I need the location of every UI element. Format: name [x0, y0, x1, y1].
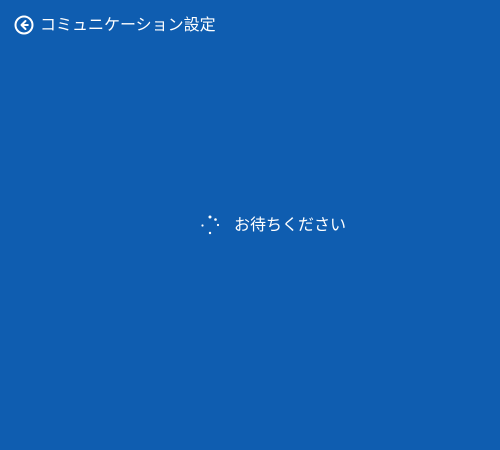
- page-title: コミュニケーション設定: [40, 15, 216, 34]
- loading-spinner-icon: [201, 215, 220, 235]
- loading-message: お待ちください: [234, 215, 347, 234]
- back-button[interactable]: [14, 15, 34, 35]
- page-header: コミュニケーション設定: [14, 14, 216, 36]
- loading-indicator: お待ちください: [198, 213, 346, 237]
- back-arrow-icon: [14, 15, 34, 35]
